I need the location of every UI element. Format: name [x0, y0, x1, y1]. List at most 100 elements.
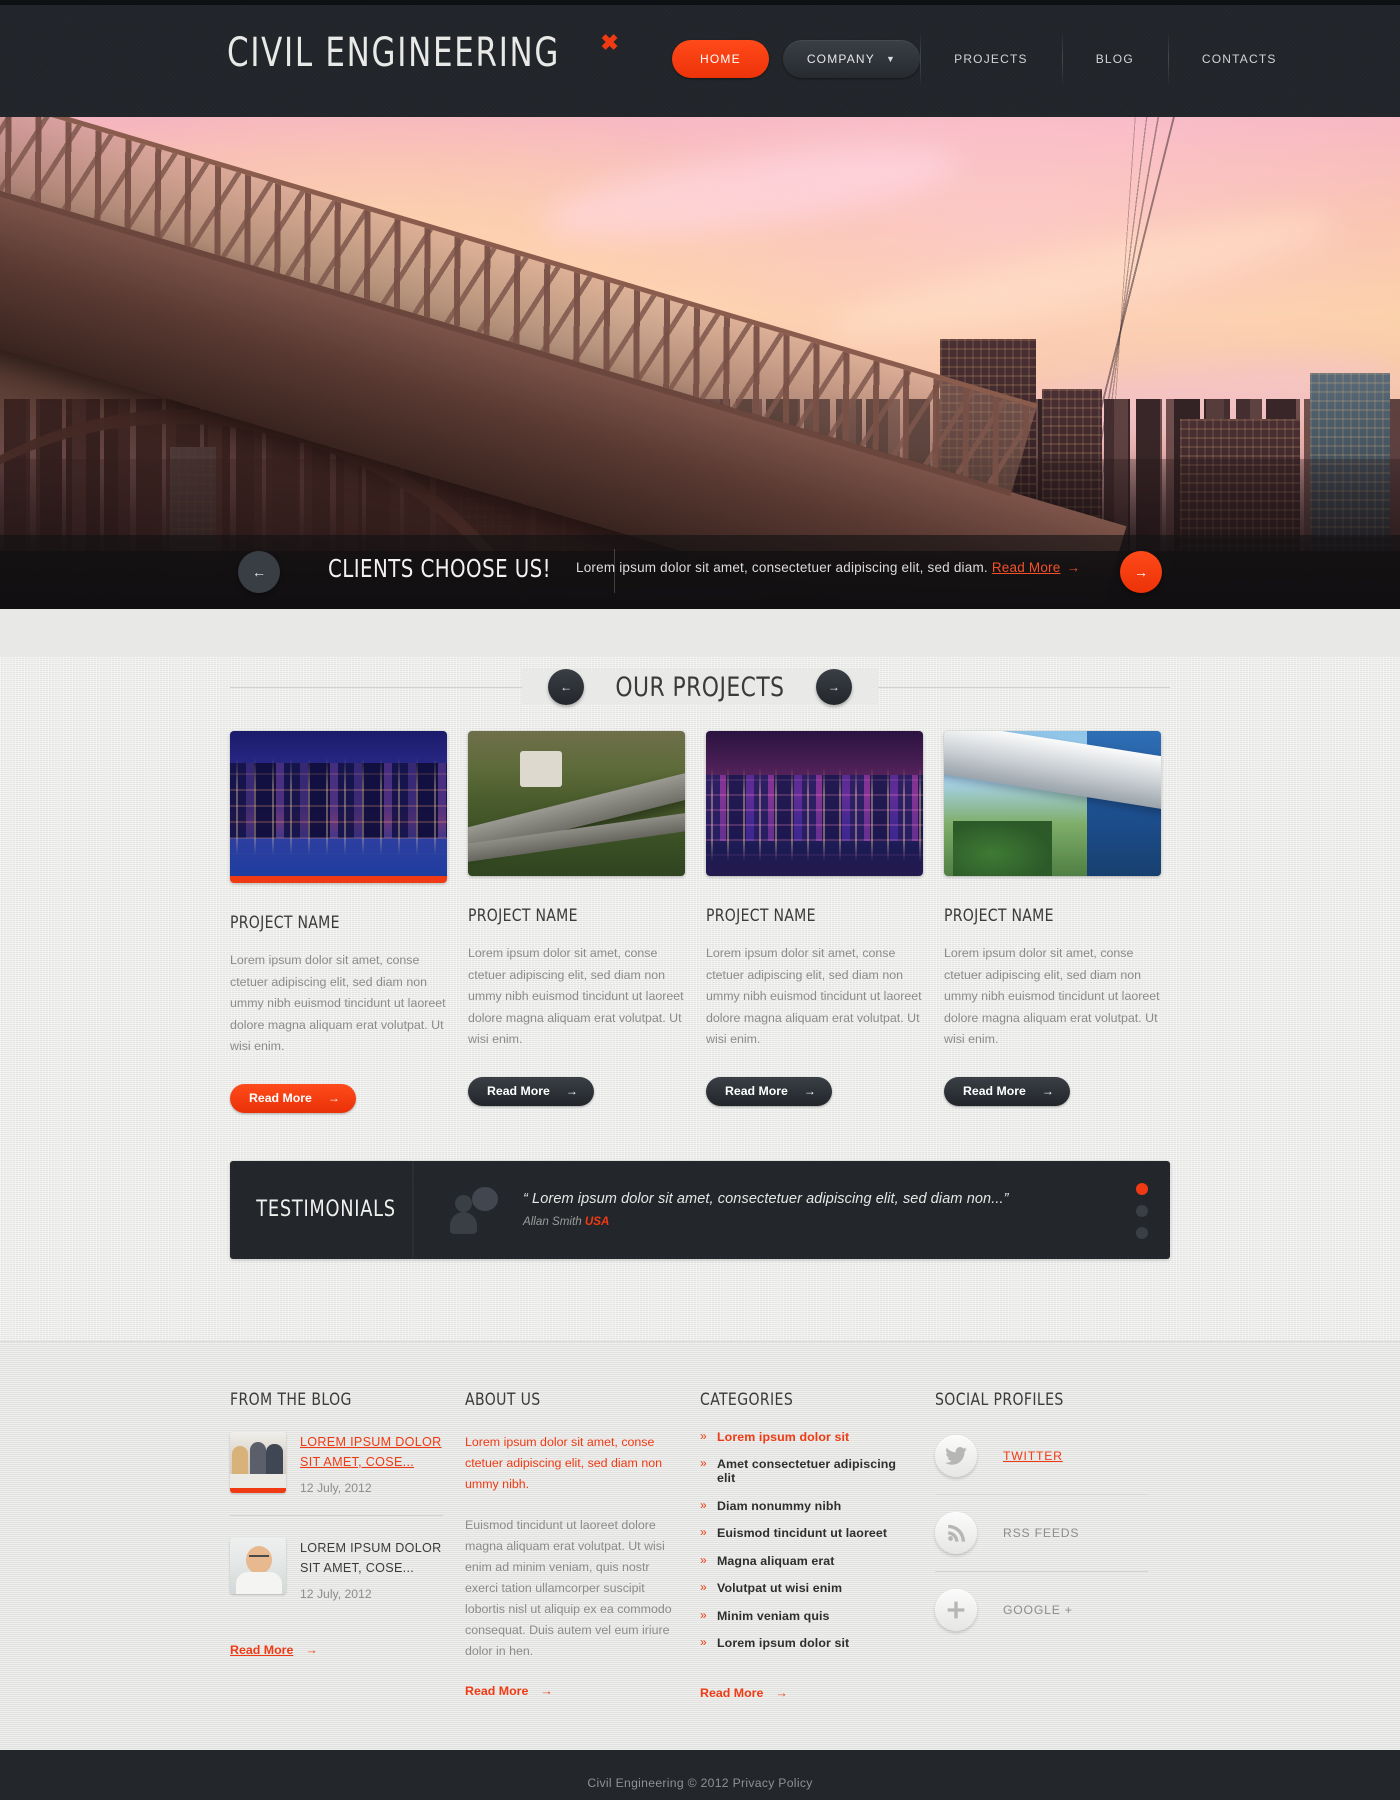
twitter-icon[interactable]	[935, 1434, 977, 1477]
site-logo[interactable]: CIVIL ENGINEERING ✖	[227, 30, 619, 76]
project-thumbnail[interactable]	[230, 731, 447, 883]
link-label: Read More	[230, 1642, 294, 1657]
social-row-twitter[interactable]: TWITTER	[935, 1418, 1148, 1494]
author-name: Allan Smith	[523, 1215, 582, 1228]
blog-thumbnail[interactable]	[230, 1431, 286, 1493]
category-item[interactable]: Lorem ipsum dolor sit	[700, 1635, 913, 1650]
about-body-text: Euismod tincidunt ut laoreet dolore magn…	[465, 1517, 672, 1658]
arrow-right-icon: →	[327, 1091, 340, 1105]
nav-item-projects[interactable]: PROJECTS	[920, 31, 1062, 87]
project-read-more-button[interactable]: Read More →	[944, 1076, 1070, 1106]
nav-item-blog[interactable]: BLOG	[1061, 31, 1168, 87]
blog-read-more-link[interactable]: Read More →	[230, 1643, 318, 1657]
hero-next-button[interactable]: →	[1120, 551, 1162, 593]
about-intro-text: Lorem ipsum dolor sit amet, conse ctetue…	[465, 1434, 662, 1491]
category-item[interactable]: Magna aliquam erat	[700, 1553, 913, 1568]
arrow-right-icon: →	[305, 1642, 318, 1657]
social-row-rss[interactable]: RSS FEEDS	[935, 1493, 1148, 1571]
projects-next-button[interactable]: →	[815, 669, 852, 705]
button-label: Read More	[963, 1084, 1026, 1098]
categories-read-more-link[interactable]: Read More →	[700, 1686, 788, 1700]
project-card[interactable]: PROJECT NAME Lorem ipsum dolor sit amet,…	[468, 731, 685, 1113]
main-navigation: HOME COMPANY ▼ PROJECTS BLOG CONTACTS	[672, 31, 1311, 87]
project-description: Lorem ipsum dolor sit amet, conse ctetue…	[944, 946, 1160, 1046]
category-item[interactable]: Lorem ipsum dolor sit	[700, 1429, 913, 1444]
testimonial-quote: “ Lorem ipsum dolor sit amet, consectetu…	[523, 1191, 1009, 1207]
project-title: PROJECT NAME	[230, 913, 340, 933]
project-thumbnail[interactable]	[468, 731, 685, 876]
project-description: Lorem ipsum dolor sit amet, conse ctetue…	[468, 946, 684, 1046]
social-label-google-plus[interactable]: GOOGLE +	[1003, 1603, 1073, 1617]
pagination-dot[interactable]	[1136, 1204, 1148, 1217]
logo-text: CIVIL ENGINEERING	[227, 30, 561, 76]
about-read-more-link[interactable]: Read More →	[465, 1684, 553, 1698]
footer-heading-categories: CATEGORIES	[700, 1389, 794, 1410]
footer-columns-area: FROM THE BLOG LOREM IPSUM DOLOR SIT AMET…	[0, 1340, 1400, 1750]
google-plus-icon[interactable]	[935, 1588, 977, 1631]
category-item[interactable]: Volutpat ut wisi enim	[700, 1580, 913, 1595]
nav-label-blog: BLOG	[1095, 52, 1134, 66]
testimonial-pagination	[1136, 1182, 1148, 1239]
social-label-twitter[interactable]: TWITTER	[1003, 1449, 1063, 1463]
list-item[interactable]: LOREM IPSUM DOLOR SIT AMET, COSE... 12 J…	[230, 1410, 443, 1515]
logo-cross-icon: ✖	[600, 30, 619, 55]
blog-post-link[interactable]: LOREM IPSUM DOLOR SIT AMET, COSE...	[300, 1432, 443, 1472]
nav-label-projects: PROJECTS	[954, 52, 1028, 66]
hero-read-more-link[interactable]: Read More	[992, 560, 1061, 575]
hero-slider: ← CLIENTS CHOOSE US! Lorem ipsum dolor s…	[0, 117, 1400, 609]
arrow-left-icon: ←	[560, 680, 573, 694]
footer-column-social: SOCIAL PROFILES TWITTER RSS FEEDS GOOGLE…	[935, 1390, 1170, 1702]
link-label: Read More	[465, 1683, 529, 1698]
footer-heading-about: ABOUT US	[465, 1389, 541, 1410]
main-content: ← OUR PROJECTS → PROJECT NAME Lorem ipsu…	[0, 657, 1400, 1800]
project-read-more-button[interactable]: Read More →	[706, 1076, 832, 1106]
social-row-google-plus[interactable]: GOOGLE +	[935, 1570, 1148, 1648]
nav-label-contacts: CONTACTS	[1201, 52, 1277, 66]
social-label-rss[interactable]: RSS FEEDS	[1003, 1526, 1079, 1540]
project-thumbnail[interactable]	[706, 731, 923, 876]
arrow-right-icon: →	[565, 1084, 578, 1098]
category-item[interactable]: Minim veniam quis	[700, 1608, 913, 1623]
arrow-right-icon: →	[803, 1084, 816, 1098]
testimonials-label: TESTIMONIALS	[240, 1160, 414, 1259]
arrow-right-icon: →	[1134, 564, 1148, 580]
project-title: PROJECT NAME	[468, 906, 578, 926]
arrow-right-icon: →	[1041, 1084, 1054, 1098]
avatar-speech-icon	[450, 1186, 501, 1234]
hero-caption-body: Lorem ipsum dolor sit amet, consectetuer…	[576, 560, 988, 575]
projects-prev-button[interactable]: ←	[548, 669, 585, 705]
project-read-more-button[interactable]: Read More →	[230, 1083, 356, 1113]
rss-icon[interactable]	[935, 1511, 977, 1554]
list-item[interactable]: LOREM IPSUM DOLOR SIT AMET, COSE... 12 J…	[230, 1514, 443, 1621]
hero-caption-text: Lorem ipsum dolor sit amet, consectetuer…	[576, 560, 1096, 575]
arrow-right-icon: →	[827, 680, 840, 694]
nav-item-company[interactable]: COMPANY ▼	[782, 40, 921, 78]
hero-prev-button[interactable]: ←	[238, 551, 280, 593]
project-card[interactable]: PROJECT NAME Lorem ipsum dolor sit amet,…	[230, 731, 447, 1113]
category-item[interactable]: Diam nonummy nibh	[700, 1498, 913, 1513]
categories-list: Lorem ipsum dolor sit Amet consectetuer …	[700, 1429, 913, 1651]
projects-grid: PROJECT NAME Lorem ipsum dolor sit amet,…	[230, 731, 1170, 1113]
nav-item-contacts[interactable]: CONTACTS	[1167, 31, 1311, 87]
project-thumbnail[interactable]	[944, 731, 1161, 876]
category-item[interactable]: Amet consectetuer adipiscing elit	[700, 1456, 913, 1485]
projects-section-header: ← OUR PROJECTS →	[230, 657, 1170, 717]
blog-thumbnail[interactable]	[230, 1537, 286, 1594]
footer-column-about: ABOUT US Lorem ipsum dolor sit amet, con…	[465, 1390, 700, 1702]
button-label: Read More	[725, 1084, 788, 1098]
hero-caption-bar: ← CLIENTS CHOOSE US! Lorem ipsum dolor s…	[0, 535, 1400, 609]
project-read-more-button[interactable]: Read More →	[468, 1076, 594, 1106]
arrow-left-icon: ←	[252, 564, 266, 580]
blog-post-date: 12 July, 2012	[300, 1586, 372, 1601]
pagination-dot[interactable]	[1136, 1182, 1148, 1195]
pagination-dot[interactable]	[1136, 1226, 1148, 1239]
blog-post-link[interactable]: LOREM IPSUM DOLOR SIT AMET, COSE...	[300, 1538, 443, 1578]
nav-item-home[interactable]: HOME	[672, 40, 769, 78]
footer-column-categories: CATEGORIES Lorem ipsum dolor sit Amet co…	[700, 1390, 935, 1702]
site-header: CIVIL ENGINEERING ✖ HOME COMPANY ▼ PROJE…	[0, 0, 1400, 117]
footer-heading-social: SOCIAL PROFILES	[935, 1389, 1064, 1410]
project-card[interactable]: PROJECT NAME Lorem ipsum dolor sit amet,…	[706, 731, 923, 1113]
project-card[interactable]: PROJECT NAME Lorem ipsum dolor sit amet,…	[944, 731, 1161, 1113]
category-item[interactable]: Euismod tincidunt ut laoreet	[700, 1525, 913, 1540]
copyright-text: Civil Engineering © 2012 Privacy Policy	[587, 1775, 813, 1790]
